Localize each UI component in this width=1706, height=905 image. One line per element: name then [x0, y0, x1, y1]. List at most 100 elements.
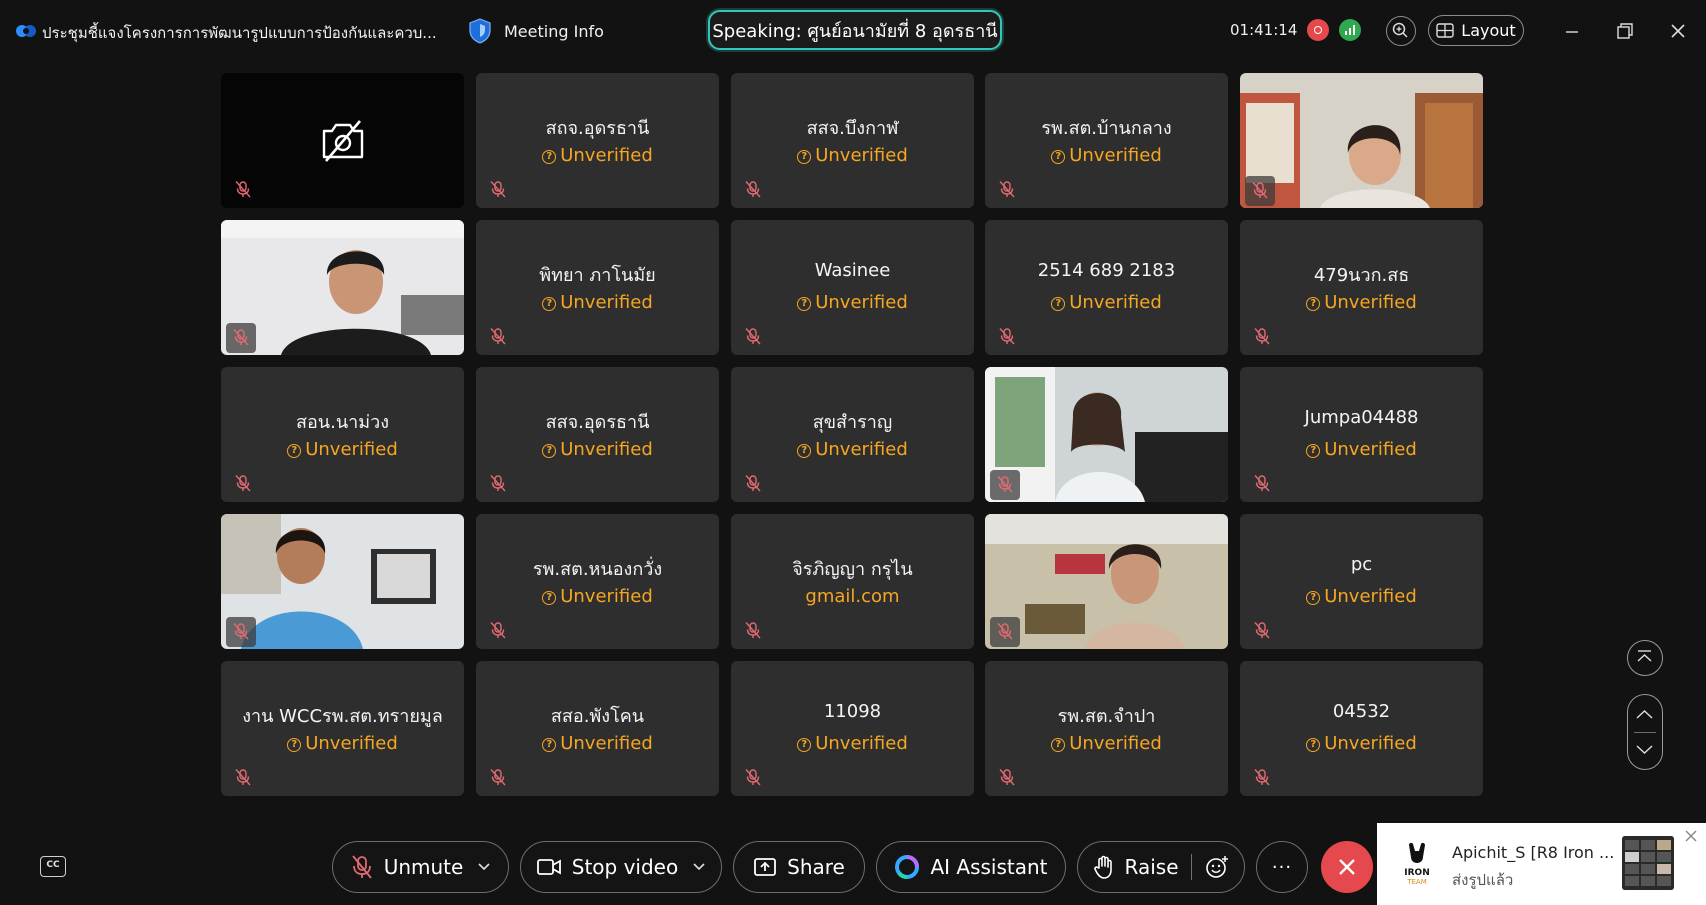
participant-tile[interactable]: Wasinee? Unverified — [731, 220, 974, 355]
camera-off-icon — [322, 120, 364, 162]
participant-tile[interactable] — [985, 367, 1228, 502]
chevron-down-icon[interactable] — [692, 862, 706, 872]
participant-tile[interactable]: พิทยา ภาโนมัย? Unverified — [476, 220, 719, 355]
participant-name: pc — [1350, 554, 1373, 575]
muted-mic-icon — [741, 325, 765, 347]
participant-tile[interactable]: จิรภิญญา กรุไน gmail.com — [731, 514, 974, 649]
question-icon: ? — [1051, 738, 1066, 752]
participant-video — [985, 367, 1228, 502]
participant-tile[interactable]: รพ.สต.จำปา? Unverified — [985, 661, 1228, 796]
participant-name: 2514 689 2183 — [1037, 260, 1176, 281]
muted-mic-icon — [741, 766, 765, 788]
chat-notification[interactable]: IRON TEAM Apichit_S [R8 Iron ... ส่งรูปแ… — [1377, 823, 1706, 905]
question-icon: ? — [1306, 591, 1321, 605]
svg-text:TEAM: TEAM — [1406, 878, 1427, 886]
participant-tile[interactable]: สสอ.พังโคน? Unverified — [476, 661, 719, 796]
question-icon: ? — [1051, 150, 1066, 164]
participant-name: จิรภิญญา กรุไน — [792, 559, 913, 580]
participant-tile[interactable] — [221, 514, 464, 649]
muted-mic-icon — [486, 325, 510, 347]
raise-hand-button[interactable]: Raise — [1077, 841, 1245, 893]
close-icon[interactable] — [1667, 20, 1689, 42]
question-icon: ? — [1051, 297, 1066, 311]
chevron-up-icon[interactable] — [1628, 699, 1661, 729]
network-status-icon[interactable] — [1339, 19, 1361, 41]
muted-mic-icon — [1250, 325, 1274, 347]
muted-mic-icon — [231, 766, 255, 788]
participant-name: Jumpa04488 — [1304, 407, 1419, 428]
participant-status-text: Unverified — [560, 586, 653, 607]
participant-status: ? Unverified — [1240, 586, 1483, 607]
minimize-icon[interactable] — [1561, 20, 1583, 42]
ai-assistant-icon — [895, 855, 920, 879]
leave-meeting-button[interactable] — [1321, 841, 1373, 893]
muted-mic-icon — [486, 178, 510, 200]
participant-tile[interactable]: pc? Unverified — [1240, 514, 1483, 649]
participant-name: สุขสำราญ — [812, 412, 893, 433]
participant-name: รพ.สต.บ้านกลาง — [1041, 118, 1172, 139]
participant-tile[interactable] — [221, 220, 464, 355]
participant-tile[interactable]: งาน WCCรพ.สต.ทรายมูล? Unverified — [221, 661, 464, 796]
participant-tile[interactable]: สสจ.อุดรธานี? Unverified — [476, 367, 719, 502]
scroll-to-top-button[interactable] — [1627, 640, 1663, 676]
participant-status-text: Unverified — [560, 145, 653, 166]
question-icon: ? — [797, 297, 812, 311]
participant-status: ? Unverified — [476, 586, 719, 607]
participant-status-text: Unverified — [1324, 586, 1417, 607]
participant-name: 04532 — [1332, 701, 1391, 722]
recording-indicator-icon[interactable] — [1307, 19, 1329, 41]
participant-status: ? Unverified — [1240, 733, 1483, 754]
muted-mic-icon — [226, 617, 256, 647]
share-button[interactable]: Share — [733, 841, 865, 893]
participant-name: งาน WCCรพ.สต.ทรายมูล — [242, 706, 443, 727]
participant-status-text: Unverified — [1324, 292, 1417, 313]
participant-status: ? Unverified — [985, 733, 1228, 754]
participant-tile[interactable] — [221, 73, 464, 208]
stop-video-button[interactable]: Stop video — [520, 841, 722, 893]
layout-grid-icon — [1436, 23, 1454, 38]
participant-tile[interactable]: 04532 ? Unverified — [1240, 661, 1483, 796]
more-options-button[interactable]: ··· — [1256, 841, 1308, 893]
participant-status: ? Unverified — [731, 733, 974, 754]
participant-name: Wasinee — [814, 260, 891, 281]
participant-tile[interactable]: สสจ.บึงกาฬ? Unverified — [731, 73, 974, 208]
closed-captions-button[interactable]: CC — [40, 856, 66, 877]
close-icon[interactable] — [1684, 829, 1698, 843]
participant-name: สสจ.อุดรธานี — [545, 412, 650, 433]
muted-mic-icon — [351, 855, 372, 879]
participant-tile[interactable]: สุขสำราญ? Unverified — [731, 367, 974, 502]
chevron-down-icon[interactable] — [477, 862, 491, 872]
participant-tile[interactable]: รพ.สต.หนองกวั่ง? Unverified — [476, 514, 719, 649]
participant-tile[interactable] — [1240, 73, 1483, 208]
layout-button[interactable]: Layout — [1428, 15, 1524, 46]
participant-video — [221, 220, 464, 355]
raise-divider — [1190, 854, 1192, 880]
participant-tile[interactable]: รพ.สต.บ้านกลาง ? Unverified — [985, 73, 1228, 208]
question-icon: ? — [287, 738, 302, 752]
unmute-button[interactable]: Unmute — [332, 841, 509, 893]
zoom-button[interactable] — [1386, 16, 1416, 46]
participant-status: ? Unverified — [985, 145, 1228, 166]
participant-tile[interactable]: Jumpa04488? Unverified — [1240, 367, 1483, 502]
meeting-info-label: Meeting Info — [504, 21, 604, 41]
question-icon: ? — [1306, 444, 1321, 458]
participant-tile[interactable]: 11098? Unverified — [731, 661, 974, 796]
zoom-in-icon — [1392, 22, 1408, 38]
muted-mic-icon — [231, 178, 255, 200]
muted-mic-icon — [1250, 766, 1274, 788]
question-icon: ? — [1306, 297, 1321, 311]
participant-tile[interactable]: สอน.นาม่วง? Unverified — [221, 367, 464, 502]
participant-tile[interactable]: 479นวก.สธ? Unverified — [1240, 220, 1483, 355]
ai-assistant-button[interactable]: AI Assistant — [876, 841, 1066, 893]
participant-tile[interactable]: สถจ.อุดรธานี? Unverified — [476, 73, 719, 208]
meeting-info-button[interactable]: Meeting Info — [468, 18, 604, 44]
notification-thumbnail — [1622, 836, 1674, 890]
participant-name: สสอ.พังโคน — [550, 706, 645, 727]
restore-icon[interactable] — [1614, 20, 1636, 42]
chevron-down-icon[interactable] — [1628, 735, 1661, 765]
participant-status-text: Unverified — [560, 292, 653, 313]
participant-tile[interactable]: 2514 689 2183? Unverified — [985, 220, 1228, 355]
ai-assistant-label: AI Assistant — [930, 855, 1048, 879]
participant-tile[interactable] — [985, 514, 1228, 649]
reactions-icon[interactable] — [1204, 854, 1230, 880]
